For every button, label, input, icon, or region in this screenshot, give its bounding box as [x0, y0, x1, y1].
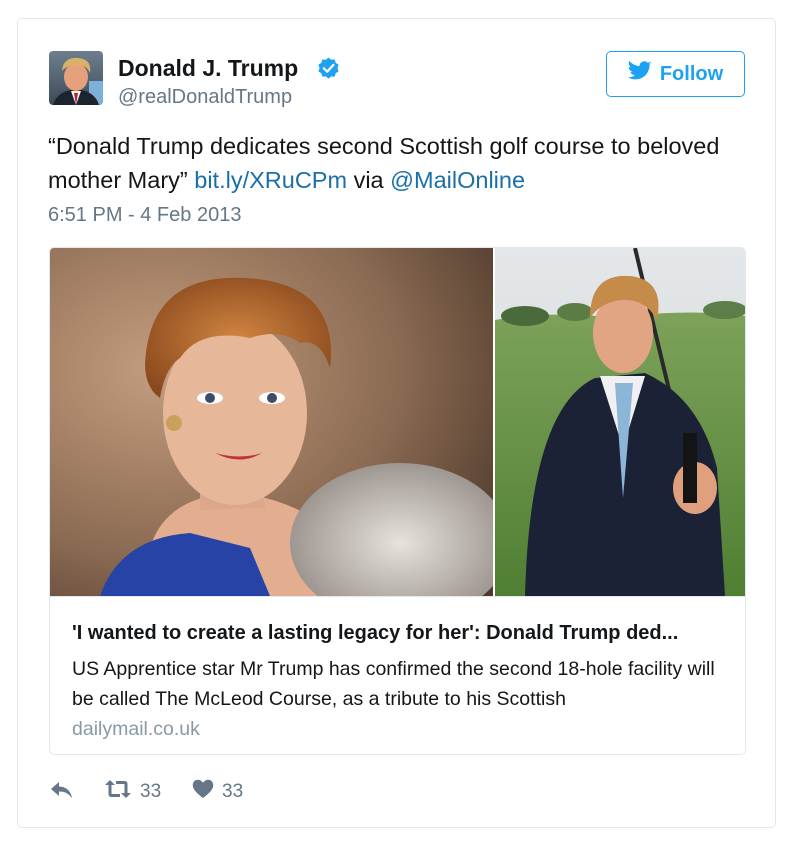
- timestamp[interactable]: 6:51 PM - 4 Feb 2013: [48, 204, 241, 227]
- tweet-text-via: via: [347, 167, 391, 193]
- card-body: 'I wanted to create a lasting legacy for…: [50, 596, 745, 740]
- tweet-card: Donald J. Trump @realDonaldTrump Follow …: [17, 18, 776, 828]
- reply-button[interactable]: [49, 779, 75, 807]
- heart-icon: [192, 779, 214, 805]
- verified-badge-icon: [316, 56, 341, 81]
- handle[interactable]: @realDonaldTrump: [118, 86, 292, 109]
- retweet-count: 33: [140, 781, 162, 802]
- card-description: US Apprentice star Mr Trump has confirme…: [72, 658, 715, 710]
- follow-label: Follow: [659, 62, 724, 85]
- like-count: 33: [222, 781, 244, 802]
- reply-icon: [49, 779, 75, 807]
- avatar[interactable]: [49, 51, 103, 105]
- card-title[interactable]: 'I wanted to create a lasting legacy for…: [72, 622, 732, 645]
- mention-link[interactable]: @MailOnline: [390, 167, 525, 193]
- tweet-link[interactable]: bit.ly/XRuCPm: [194, 167, 347, 193]
- link-preview-card[interactable]: 'I wanted to create a lasting legacy for…: [49, 247, 746, 755]
- like-button[interactable]: 33: [192, 779, 243, 805]
- card-image-golfer: [495, 248, 745, 596]
- follow-button[interactable]: Follow: [606, 51, 745, 97]
- retweet-button[interactable]: 33: [104, 779, 161, 805]
- display-name[interactable]: Donald J. Trump: [118, 55, 298, 82]
- retweet-icon: [104, 779, 132, 805]
- card-image-portrait: [50, 248, 493, 596]
- twitter-bird-icon: [627, 60, 652, 87]
- card-domain: dailymail.co.uk: [72, 718, 200, 740]
- tweet-text: “Donald Trump dedicates second Scottish …: [48, 129, 760, 197]
